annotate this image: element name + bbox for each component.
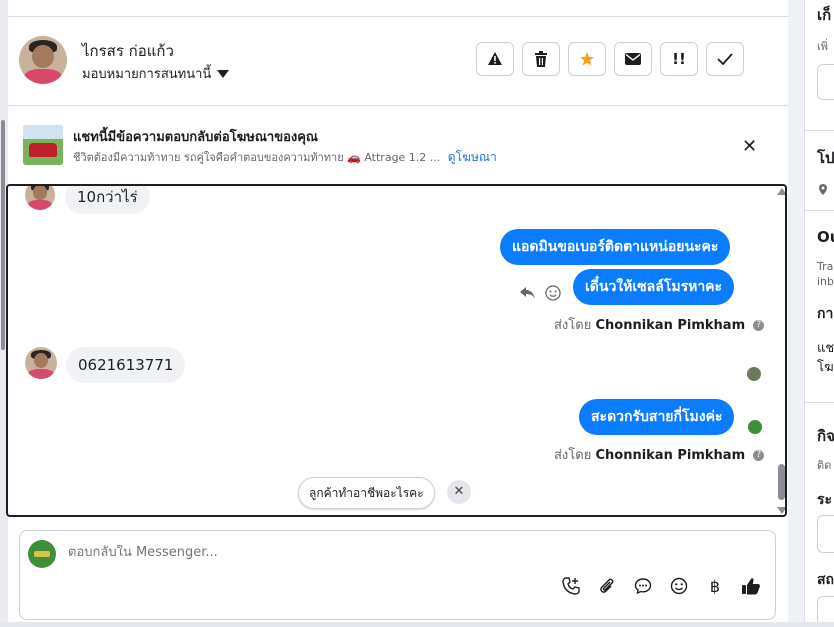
ad-reply-banner: แชทนี้มีข้อความตอบกลับต่อโฆษณาของคุณ ชีว… xyxy=(8,106,788,184)
thumbs-up-icon[interactable] xyxy=(740,577,762,600)
ad-banner-description: ชีวิตต้องมีความท้าทาย รถคู่ใจคือคำตอบของ… xyxy=(73,148,497,167)
ad-thumbnail[interactable] xyxy=(23,125,63,165)
conversation-header: ไกรสร ก่อแก้ว มอบหมายการสนทนานี้ !! xyxy=(8,17,788,106)
suggested-reply-chip[interactable]: ลูกค้าทำอาชีพอะไรคะ xyxy=(298,477,435,509)
scroll-up-icon[interactable] xyxy=(777,188,785,195)
panel-text: inb xyxy=(817,275,834,288)
left-scrollbar[interactable] xyxy=(1,120,5,350)
message-thread[interactable]: 10กว่าไร่ แอดมินขอเบอร์ติดตาแหน่อยนะคะ เ… xyxy=(6,184,787,517)
reply-input[interactable] xyxy=(68,545,568,560)
outgoing-message[interactable]: แอดมินขอเบอร์ติดตาแหน่อยนะคะ xyxy=(500,229,731,265)
paperclip-icon[interactable] xyxy=(596,577,618,600)
star-icon xyxy=(580,52,594,66)
sent-by-name: Chonnikan Pimkham xyxy=(595,448,746,463)
panel-heading: เก็ xyxy=(817,6,832,24)
page-avatar xyxy=(28,540,56,568)
panel-dropdown[interactable] xyxy=(817,515,834,553)
location-pin-icon xyxy=(819,180,827,195)
saved-reply-icon[interactable] xyxy=(632,577,654,600)
panel-heading: กา xyxy=(817,306,834,322)
panel-text: Tra xyxy=(817,260,834,273)
assign-label: มอบหมายการสนทนานี้ xyxy=(82,67,212,82)
ad-banner-title: แชทนี้มีข้อความตอบกลับต่อโฆษณาของคุณ xyxy=(73,130,318,145)
view-ad-link[interactable]: ดูโฆษณา xyxy=(448,150,497,164)
mark-unread-button[interactable] xyxy=(614,42,652,76)
contact-avatar[interactable] xyxy=(19,36,67,84)
divider xyxy=(805,130,834,131)
emoji-icon[interactable] xyxy=(668,577,690,600)
divider xyxy=(805,402,834,403)
warning-icon xyxy=(488,52,502,65)
header-actions: !! xyxy=(476,42,744,76)
panel-input[interactable] xyxy=(817,64,834,100)
right-details-panel: เก็ เพิ่ โป Ou Tra inb กา แช โฆ กิจ ติด … xyxy=(804,0,834,627)
envelope-icon xyxy=(625,53,641,65)
chevron-down-icon xyxy=(217,69,230,78)
assign-conversation-dropdown[interactable]: มอบหมายการสนทนานี้ xyxy=(82,63,230,84)
panel-label: ระ xyxy=(817,492,833,508)
panel-label: สถ xyxy=(817,572,834,588)
reply-icon[interactable] xyxy=(520,285,536,304)
panel-text: แช xyxy=(817,341,834,356)
sent-by-label: ส่งโดย Chonnikan Pimkham ? xyxy=(554,314,765,335)
exclamation-icon: !! xyxy=(672,50,686,68)
sent-by-name: Chonnikan Pimkham xyxy=(595,318,746,333)
close-icon[interactable]: ✕ xyxy=(742,136,757,157)
panel-heading: Ou xyxy=(817,228,834,246)
panel-heading: กิจ xyxy=(817,427,834,445)
divider xyxy=(805,210,834,211)
baht-payment-icon[interactable]: ฿ xyxy=(704,577,726,600)
composer-tools: ฿ xyxy=(560,577,762,600)
conversation-pane: ไกรสร ก่อแก้ว มอบหมายการสนทนานี้ !! แชทน… xyxy=(0,0,788,627)
star-button[interactable] xyxy=(568,42,606,76)
phone-icon[interactable] xyxy=(560,577,582,600)
scroll-down-icon[interactable] xyxy=(777,507,785,514)
ad-description-text: ชีวิตต้องมีความท้าทาย รถคู่ใจคือคำตอบของ… xyxy=(73,151,441,164)
outgoing-message[interactable]: สะดวกรับสายกี่โมงค่ะ xyxy=(579,399,735,435)
done-button[interactable] xyxy=(706,42,744,76)
info-icon[interactable]: ? xyxy=(753,320,765,331)
read-receipt-avatar xyxy=(747,367,761,381)
reply-composer: ฿ xyxy=(19,530,776,620)
thread-scrollbar[interactable] xyxy=(776,186,785,515)
incoming-message[interactable]: 10กว่าไร่ xyxy=(65,186,150,214)
panel-text: เพิ่ xyxy=(817,40,829,53)
follow-up-button[interactable]: !! xyxy=(660,42,698,76)
contact-name[interactable]: ไกรสร ก่อแก้ว xyxy=(82,39,174,63)
contact-message-avatar xyxy=(25,186,55,210)
bottom-edge xyxy=(0,622,834,627)
info-icon[interactable]: ? xyxy=(753,450,765,461)
panel-text: ติด xyxy=(817,459,832,472)
incoming-message[interactable]: 0621613771 xyxy=(66,347,186,383)
report-button[interactable] xyxy=(476,42,514,76)
react-smile-icon[interactable] xyxy=(545,285,561,301)
scrollbar-thumb[interactable] xyxy=(778,464,785,500)
sent-by-label: ส่งโดย Chonnikan Pimkham ? xyxy=(554,444,765,465)
delete-button[interactable] xyxy=(522,42,560,76)
panel-text: โฆ xyxy=(817,360,834,375)
checkmark-icon xyxy=(717,53,733,65)
read-receipt-avatar xyxy=(748,420,762,434)
trash-icon xyxy=(535,51,547,67)
outgoing-message[interactable]: เดี๋นวให้เซลล์โมรหาคะ xyxy=(573,269,735,305)
contact-message-avatar xyxy=(25,347,57,379)
sent-by-prefix: ส่งโดย xyxy=(554,448,592,463)
close-icon[interactable]: ✕ xyxy=(447,480,471,504)
sent-by-prefix: ส่งโดย xyxy=(554,318,592,333)
panel-heading: โป xyxy=(817,149,834,167)
